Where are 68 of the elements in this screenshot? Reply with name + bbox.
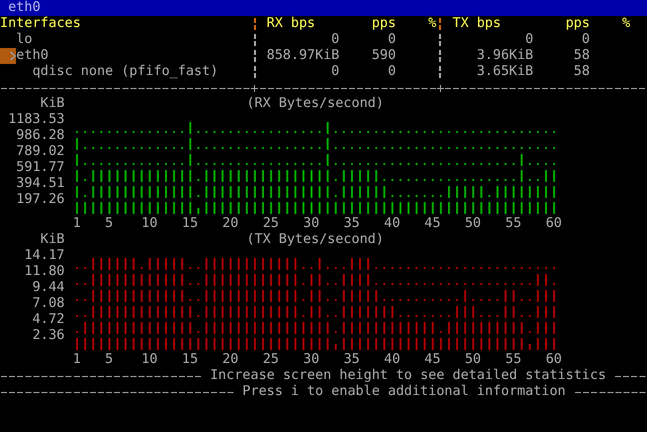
table-cell: 0 [582, 32, 590, 47]
axis-tick-label: 15 [182, 352, 198, 368]
table-cell: 0 [525, 32, 534, 47]
table-cell: 3.65KiB [476, 64, 534, 79]
axis-tick-label: 30 [303, 216, 320, 232]
column-header: % [622, 16, 630, 31]
axis-tick-label: 1183.53 [8, 112, 65, 128]
axis-tick-label: 14.17 [24, 248, 65, 264]
axis-tick-label: 10 [141, 352, 158, 368]
axis-tick-label: 591.77 [16, 160, 65, 176]
axis-tick-label: 50 [464, 352, 482, 368]
axis-tick-label: 25 [262, 352, 279, 368]
axis-tick-label: 10 [141, 216, 158, 232]
axis-tick-label: 35 [344, 216, 360, 232]
axis-tick-label: 197.26 [16, 192, 65, 208]
axis-tick-label: 50 [464, 216, 482, 232]
axis-tick-label: 55 [505, 352, 522, 368]
status-message: Increase screen height to see detailed statistics [210, 368, 606, 384]
axis-tick-label: 394.51 [16, 176, 65, 192]
axis-tick-label: 45 [424, 216, 441, 232]
axis-tick-label: 55 [505, 216, 522, 232]
chart-title: (TX Bytes/second) [246, 232, 384, 247]
axis-tick-label: 45 [424, 352, 441, 368]
axis-tick-label: 986.28 [16, 128, 65, 144]
column-header: % [428, 16, 436, 31]
axis-tick-label: 5 [105, 216, 114, 232]
table-cell: 58 [574, 48, 590, 63]
axis-tick-label: 11.80 [24, 264, 65, 280]
axis-tick-label: 60 [546, 216, 562, 232]
column-header: pps [566, 16, 590, 31]
axis-tick-label: 60 [546, 352, 562, 368]
table-cell: 3.96KiB [476, 48, 534, 63]
column-header: pps [372, 16, 396, 31]
axis-tick-label: 789.02 [16, 144, 65, 160]
column-header: RX bps [266, 16, 316, 31]
chevron-icon [10, 51, 16, 61]
interface-name[interactable]: eth0 [16, 48, 48, 64]
axis-tick-label: 5 [105, 352, 114, 368]
axis-tick-label: 40 [384, 352, 400, 368]
table-cell: 0 [388, 64, 396, 79]
axis-tick-label: 30 [303, 352, 320, 368]
axis-tick-label: 15 [182, 216, 198, 232]
interface-name[interactable]: qdisc none (pfifo_fast) [32, 64, 218, 80]
window-title: eth0 [7, 0, 40, 16]
axis-tick-label: 40 [384, 216, 400, 232]
column-header: Interfaces [0, 16, 81, 32]
axis-tick-label: 1 [72, 352, 81, 368]
axis-unit: KiB [40, 96, 65, 111]
axis-tick-label: 20 [222, 352, 238, 368]
table-cell: 858.97KiB [266, 48, 340, 63]
axis-tick-label: 35 [344, 352, 360, 368]
axis-tick-label: 20 [222, 216, 238, 232]
axis-tick-label: 25 [262, 216, 279, 232]
interface-name[interactable]: lo [16, 32, 32, 48]
table-cell: 0 [331, 64, 340, 79]
status-message: Press i to enable additional information [242, 384, 566, 400]
axis-tick-label: 1 [72, 216, 81, 232]
axis-tick-label: 9.44 [32, 280, 65, 296]
axis-tick-label: 7.08 [32, 296, 65, 312]
column-header: TX bps [452, 16, 501, 31]
table-cell: 0 [388, 32, 396, 47]
axis-unit: KiB [40, 232, 65, 247]
table-cell: 0 [331, 32, 340, 47]
table-cell: 58 [574, 64, 590, 79]
chart-title: (RX Bytes/second) [246, 96, 384, 111]
table-cell: 590 [372, 48, 396, 63]
axis-tick-label: 4.72 [32, 312, 65, 328]
axis-tick-label: 2.36 [32, 328, 65, 344]
